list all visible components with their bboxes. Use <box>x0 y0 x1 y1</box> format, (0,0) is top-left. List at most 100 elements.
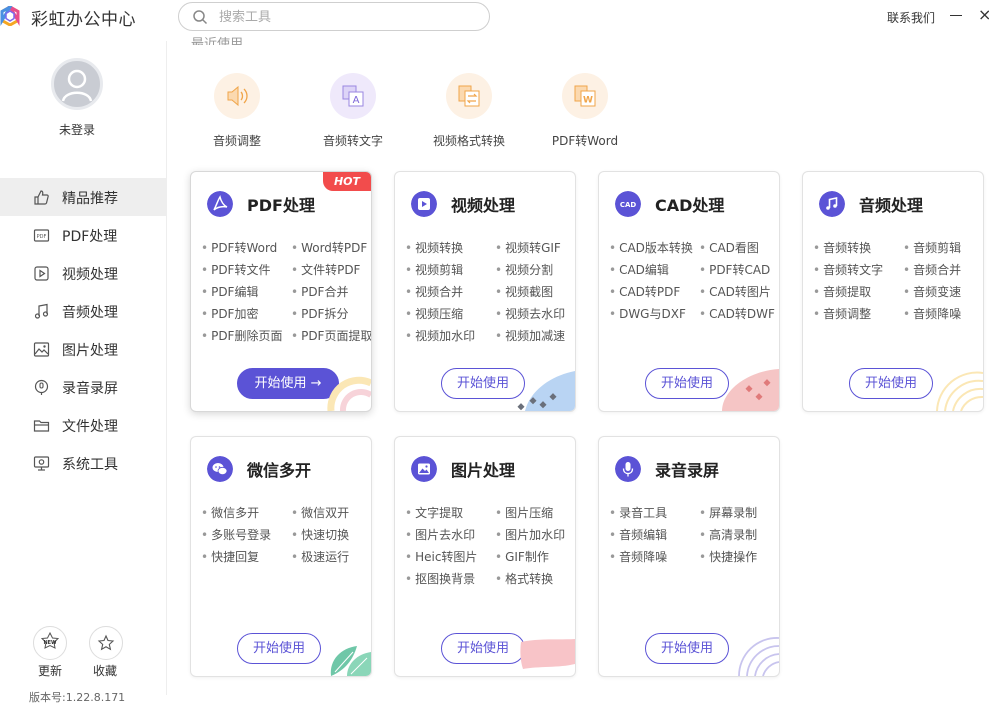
feature-item[interactable]: 视频压缩 <box>405 306 495 322</box>
feature-item[interactable]: 视频剪辑 <box>405 262 495 278</box>
sidebar-item-system[interactable]: 系统工具 <box>0 444 166 482</box>
svg-text:CAD: CAD <box>620 201 637 209</box>
feature-item[interactable]: PDF转Word <box>201 240 291 256</box>
avatar[interactable] <box>51 58 103 110</box>
sidebar-item-recommended[interactable]: 精品推荐 <box>0 178 166 216</box>
feature-item[interactable]: 微信双开 <box>291 505 371 521</box>
feature-item[interactable]: 屏幕录制 <box>699 505 779 521</box>
recent-item-label: 视频格式转换 <box>432 134 505 148</box>
feature-item[interactable]: PDF页面提取 <box>291 328 371 344</box>
feature-item[interactable]: PDF转CAD <box>699 262 779 278</box>
feature-list: 微信多开 微信双开 多账号登录 快速切换 快捷回复 极速运行 <box>201 505 371 565</box>
feature-item[interactable]: CAD编辑 <box>609 262 699 278</box>
folder-icon <box>33 420 50 432</box>
feature-item[interactable]: 音频提取 <box>813 284 903 300</box>
feature-item[interactable]: 格式转换 <box>495 571 575 587</box>
card-wechat[interactable]: 微信多开 微信多开 微信双开 多账号登录 快速切换 快捷回复 极速运行 开始使用 <box>190 436 372 677</box>
feature-item[interactable]: 视频加减速 <box>495 328 575 344</box>
feature-item[interactable]: 视频转GIF <box>495 240 575 256</box>
cad-icon: CAD <box>615 191 641 217</box>
favorites-button[interactable] <box>89 626 123 660</box>
feature-item[interactable]: 多账号登录 <box>201 527 291 543</box>
sidebar-item-video[interactable]: 视频处理 <box>0 254 166 292</box>
feature-item[interactable]: PDF编辑 <box>201 284 291 300</box>
feature-item[interactable]: 视频去水印 <box>495 306 575 322</box>
feature-list: 录音工具 屏幕录制 音频编辑 高清录制 音频降噪 快捷操作 <box>609 505 779 565</box>
feature-item[interactable]: PDF转文件 <box>201 262 291 278</box>
feature-item[interactable]: PDF加密 <box>201 306 291 322</box>
feature-item[interactable]: 视频转换 <box>405 240 495 256</box>
sidebar-item-audio[interactable]: 音频处理 <box>0 292 166 330</box>
feature-item[interactable]: 极速运行 <box>291 549 371 565</box>
feature-item[interactable]: 音频变速 <box>903 284 983 300</box>
feature-item[interactable]: 音频降噪 <box>903 306 983 322</box>
card-pdf[interactable]: HOT PDF处理 PDF转Word Word转PDF PDF转文件 文件转PD… <box>190 171 372 412</box>
search-input[interactable] <box>219 7 479 27</box>
feature-item[interactable]: CAD转图片 <box>699 284 779 300</box>
pdf-to-word-icon: W <box>574 85 596 107</box>
sidebar-item-recording[interactable]: 录音录屏 <box>0 368 166 406</box>
feature-item[interactable]: 微信多开 <box>201 505 291 521</box>
feature-item[interactable]: 快速切换 <box>291 527 371 543</box>
feature-item[interactable]: 视频截图 <box>495 284 575 300</box>
feature-item[interactable]: Word转PDF <box>291 240 371 256</box>
card-recording[interactable]: 录音录屏 录音工具 屏幕录制 音频编辑 高清录制 音频降噪 快捷操作 开始使用 <box>598 436 780 677</box>
card-audio[interactable]: 音频处理 音频转换 音频剪辑 音频转文字 音频合并 音频提取 音频变速 音频调整… <box>802 171 984 412</box>
sidebar-nav: 精品推荐 PDF PDF处理 视频处理 音频处理 图片处理 录音录屏 文件处理 … <box>0 178 166 482</box>
sidebar-item-image[interactable]: 图片处理 <box>0 330 166 368</box>
contact-us-link[interactable]: 联系我们 <box>887 9 935 26</box>
feature-item[interactable]: 音频编辑 <box>609 527 699 543</box>
feature-item[interactable]: 视频分割 <box>495 262 575 278</box>
card-video[interactable]: 视频处理 视频转换 视频转GIF 视频剪辑 视频分割 视频合并 视频截图 视频压… <box>394 171 576 412</box>
feature-item[interactable]: DWG与DXF <box>609 306 699 322</box>
feature-item[interactable]: CAD转PDF <box>609 284 699 300</box>
feature-item[interactable]: CAD看图 <box>699 240 779 256</box>
feature-item[interactable]: PDF拆分 <box>291 306 371 322</box>
version-label: 版本号:1.22.8.171 <box>29 691 126 704</box>
feature-item[interactable]: 音频降噪 <box>609 549 699 565</box>
card-cad[interactable]: CAD CAD处理 CAD版本转换 CAD看图 CAD编辑 PDF转CAD CA… <box>598 171 780 412</box>
feature-item[interactable]: 快捷操作 <box>699 549 779 565</box>
feature-item[interactable]: 图片加水印 <box>495 527 575 543</box>
feature-item[interactable]: 音频转换 <box>813 240 903 256</box>
thumbs-up-icon <box>34 190 49 205</box>
feature-item[interactable]: 文件转PDF <box>291 262 371 278</box>
start-button[interactable]: 开始使用 <box>849 368 933 399</box>
sidebar-item-files[interactable]: 文件处理 <box>0 406 166 444</box>
feature-item[interactable]: 文字提取 <box>405 505 495 521</box>
feature-item[interactable]: 高清录制 <box>699 527 779 543</box>
speaker-icon <box>227 85 248 107</box>
close-button[interactable]: × <box>978 5 989 24</box>
feature-item[interactable]: 录音工具 <box>609 505 699 521</box>
feature-item[interactable]: 图片去水印 <box>405 527 495 543</box>
feature-item[interactable]: CAD转DWF <box>699 306 779 322</box>
feature-item[interactable]: 图片压缩 <box>495 505 575 521</box>
card-title: 录音录屏 <box>655 461 720 480</box>
feature-item[interactable]: 视频合并 <box>405 284 495 300</box>
sidebar: 未登录 精品推荐 PDF PDF处理 视频处理 音频处理 图片处理 录音录屏 文… <box>0 41 167 704</box>
feature-item[interactable]: 快捷回复 <box>201 549 291 565</box>
sidebar-item-pdf[interactable]: PDF PDF处理 <box>0 216 166 254</box>
card-image[interactable]: 图片处理 文字提取 图片压缩 图片去水印 图片加水印 Heic转图片 GIF制作… <box>394 436 576 677</box>
feature-item[interactable]: 音频合并 <box>903 262 983 278</box>
feature-item[interactable]: 音频调整 <box>813 306 903 322</box>
start-button[interactable]: 开始使用 <box>645 633 729 664</box>
feature-item[interactable]: CAD版本转换 <box>609 240 699 256</box>
login-status[interactable]: 未登录 <box>0 121 154 138</box>
feature-item[interactable]: PDF合并 <box>291 284 371 300</box>
feature-item[interactable]: GIF制作 <box>495 549 575 565</box>
feature-item[interactable]: 视频加水印 <box>405 328 495 344</box>
card-title: 音频处理 <box>859 196 924 215</box>
feature-item[interactable]: 抠图换背景 <box>405 571 495 587</box>
feature-item[interactable]: 音频剪辑 <box>903 240 983 256</box>
star-icon <box>97 634 115 651</box>
recent-item-icon-bg <box>446 73 492 119</box>
feature-item[interactable]: Heic转图片 <box>405 549 495 565</box>
start-button[interactable]: 开始使用 <box>237 633 321 664</box>
feature-item[interactable]: PDF删除页面 <box>201 328 291 344</box>
update-button[interactable]: NEW <box>33 626 67 660</box>
feature-item[interactable]: 音频转文字 <box>813 262 903 278</box>
start-button[interactable]: 开始使用 <box>441 633 525 664</box>
search-box[interactable] <box>178 2 490 31</box>
minimize-button[interactable] <box>950 15 962 16</box>
